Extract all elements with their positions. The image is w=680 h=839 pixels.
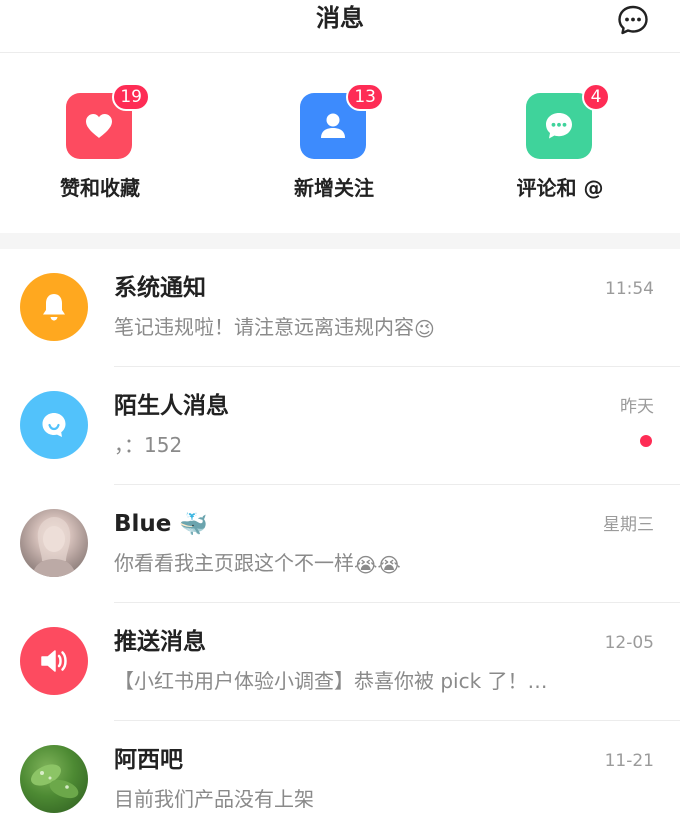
comments-badge: 4 [582,83,610,111]
comments-and-mentions-shortcut[interactable]: 4 评论和 @ [460,53,660,233]
followers-tile[interactable]: 13 [300,83,384,159]
whale-emoji: 🐳 [179,511,209,538]
message-preview: 目前我们产品没有上架 [114,787,314,811]
heart-icon [86,114,112,138]
message-time: 11-21 [604,751,654,771]
person-icon [321,113,345,138]
likes-and-collections-shortcut[interactable]: 19 赞和收藏 [0,53,200,233]
page-title: 消息 [316,4,364,32]
system-notice-avatar [20,273,88,341]
preview-text: 你看看我主页跟这个不一样 [114,551,354,575]
comments-tile[interactable]: 4 [526,83,610,159]
message-row-push[interactable]: 推送消息 【小红书用户体验小调查】恭喜你被 pick 了！… 12-05 [0,603,680,721]
message-list: 系统通知 笔记违规啦！请注意远离违规内容😉 11:54 陌生人消息 ，：152 … [0,249,680,839]
comments-label: 评论和 @ [516,176,604,200]
message-row-stranger[interactable]: 陌生人消息 ，：152 昨天 [0,367,680,485]
speaker-icon [41,650,67,672]
message-preview: ，：152 [114,433,183,457]
message-row-system-notice[interactable]: 系统通知 笔记违规啦！请注意远离违规内容😉 11:54 [0,249,680,367]
message-sender-name: 推送消息 [114,629,206,655]
message-time: 12-05 [604,633,654,653]
shortcut-bar: 19 赞和收藏 13 新增关注 4 评论和 @ [0,53,680,233]
section-divider [0,233,680,249]
message-sender-name: 阿西吧 [114,747,183,773]
preview-text: 笔记违规啦！请注意远离违规内容 [114,315,414,339]
crying-emoji: 😭😭 [354,552,401,577]
message-sender-name: 系统通知 [114,275,206,301]
likes-badge: 19 [112,83,150,111]
likes-tile[interactable]: 19 [66,83,150,159]
message-preview: 【小红书用户体验小调查】恭喜你被 pick 了！… [114,669,548,693]
message-row-axiba[interactable]: 阿西吧 目前我们产品没有上架 11-21 [0,721,680,839]
smile-bubble-icon [42,413,66,437]
wink-emoji: 😉 [414,316,435,341]
user-avatar-photo [20,509,88,577]
message-row-blue[interactable]: Blue 🐳 你看看我主页跟这个不一样😭😭 星期三 [0,485,680,603]
message-sender-name: 陌生人消息 [114,393,229,419]
comment-icon [546,113,572,139]
push-avatar [20,627,88,695]
followers-badge: 13 [346,83,384,111]
top-bar: 消息 [0,0,680,53]
unread-dot [640,435,652,447]
new-followers-shortcut[interactable]: 13 新增关注 [234,53,434,233]
sender-name-text: Blue [114,511,172,537]
message-preview: 笔记违规啦！请注意远离违规内容😉 [114,313,604,343]
likes-label: 赞和收藏 [60,176,140,200]
message-time: 星期三 [603,515,654,535]
message-time: 昨天 [620,397,654,417]
leaf-photo [20,745,88,813]
followers-label: 新增关注 [294,176,374,200]
message-sender-name: Blue 🐳 [114,509,208,540]
stranger-avatar [20,391,88,459]
message-preview: 你看看我主页跟这个不一样😭😭 [114,549,604,579]
message-time: 11:54 [605,279,654,299]
bell-icon [43,294,65,321]
chat-bubble-icon[interactable] [616,3,650,37]
